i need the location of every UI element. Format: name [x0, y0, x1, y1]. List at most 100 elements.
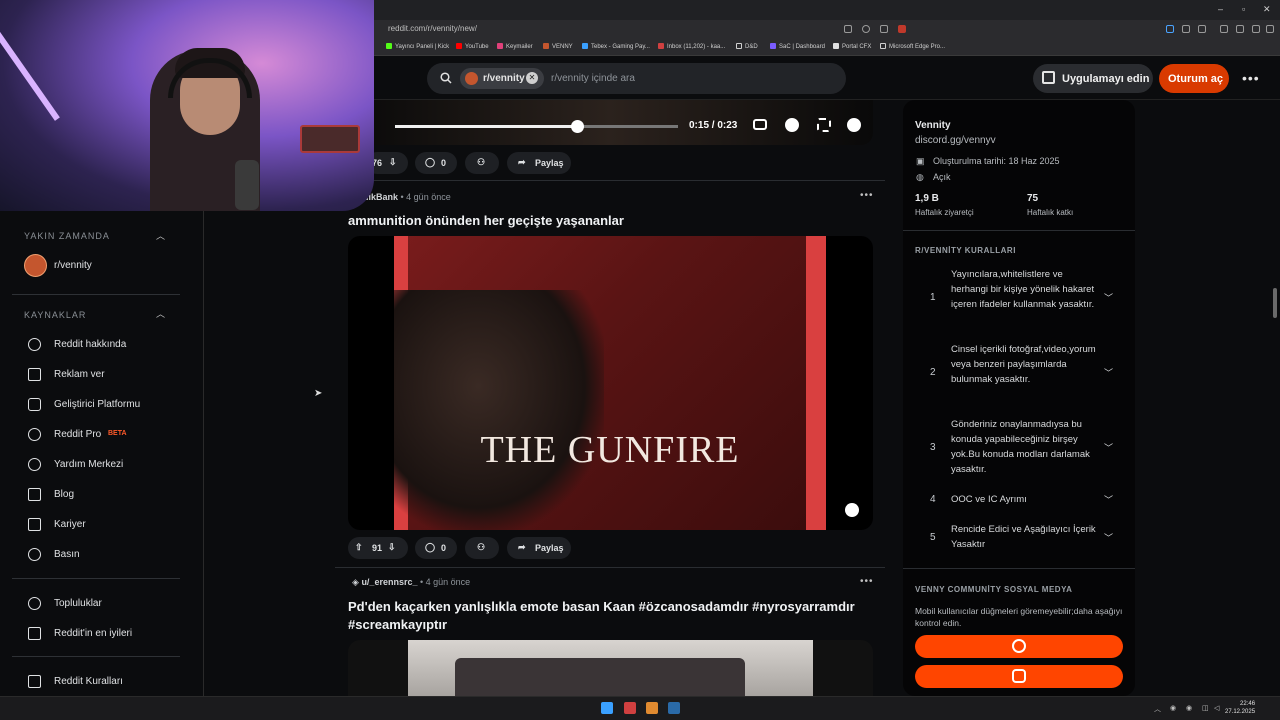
- sidebar-item-best-of[interactable]: Reddit'in en iyileri: [54, 628, 132, 639]
- volume-icon[interactable]: ◁: [1214, 704, 1219, 712]
- sidebar-item-careers[interactable]: Kariyer: [54, 519, 86, 530]
- chevron-up-icon[interactable]: ︿: [156, 229, 165, 242]
- fullscreen-icon[interactable]: [817, 118, 831, 132]
- windows-start-icon[interactable]: [601, 702, 613, 714]
- community-name: Vennity: [915, 120, 951, 131]
- rule-text[interactable]: OOC ve IC Ayrımı: [951, 492, 1101, 507]
- login-label: Oturum aç: [1168, 73, 1224, 85]
- vote-count: 91: [372, 543, 383, 553]
- post-options-icon[interactable]: •••: [860, 190, 874, 201]
- sidebar-item-help[interactable]: Yardım Merkezi: [54, 459, 123, 470]
- url-text[interactable]: reddit.com/r/vennity/new/: [388, 24, 477, 33]
- chevron-down-icon[interactable]: ﹀: [1104, 493, 1113, 506]
- sidebar-item-developer[interactable]: Geliştirici Platformu: [54, 399, 140, 410]
- sidebar-item-pro[interactable]: Reddit Pro: [54, 429, 101, 440]
- music-icon[interactable]: [1220, 25, 1228, 33]
- clear-chip-icon[interactable]: ✕: [526, 72, 538, 84]
- comments-button[interactable]: [415, 537, 457, 559]
- bookmark[interactable]: Portal CFX: [833, 43, 871, 50]
- sidebar-item-advertise[interactable]: Reklam ver: [54, 369, 105, 380]
- sidebar-item-communities[interactable]: Topluluklar: [54, 598, 102, 609]
- divider: [12, 578, 180, 579]
- bookmark[interactable]: Microsoft Edge Pro...: [880, 43, 945, 50]
- upvote-icon[interactable]: ⇧: [355, 542, 363, 553]
- minimize-icon[interactable]: –: [1218, 4, 1223, 14]
- app-icon[interactable]: [646, 702, 658, 714]
- bookmark[interactable]: Keymailer: [497, 43, 533, 50]
- settings-icon[interactable]: [785, 118, 799, 132]
- more-options-icon[interactable]: •••: [1242, 70, 1260, 86]
- discord-icon: [1012, 669, 1026, 683]
- taskbar-clock[interactable]: 22:46 27.12.2025: [1225, 700, 1255, 716]
- star-icon[interactable]: [880, 25, 888, 33]
- bookmark[interactable]: SaC | Dashboard: [770, 43, 825, 50]
- maximize-icon[interactable]: ▫: [1242, 4, 1245, 14]
- sidebar-item-blog[interactable]: Blog: [54, 489, 74, 500]
- extension-icon[interactable]: [1182, 25, 1190, 33]
- steam-icon[interactable]: [668, 702, 680, 714]
- post-title-line2[interactable]: #screamkayıptır: [348, 616, 447, 634]
- bookmark[interactable]: YouTube: [456, 43, 489, 50]
- bookmark[interactable]: Tebex - Gaming Pay...: [582, 43, 650, 50]
- post-options-icon[interactable]: •••: [860, 576, 874, 587]
- post-title[interactable]: ammunition önünden her geçişte yaşananla…: [348, 212, 624, 230]
- extension-icon[interactable]: [1198, 25, 1206, 33]
- subreddit-chip-label: r/vennity: [483, 73, 525, 84]
- search-placeholder[interactable]: r/vennity içinde ara: [551, 73, 635, 84]
- chevron-down-icon[interactable]: ﹀: [1104, 366, 1113, 379]
- rule-text[interactable]: Gönderiniz onaylanmadıysa bu konuda yapa…: [951, 417, 1101, 477]
- tray-icon[interactable]: ◉: [1186, 704, 1192, 712]
- windows-taskbar: [0, 696, 1280, 720]
- bookmark[interactable]: Yayıncı Paneli | Kick: [386, 43, 449, 50]
- sidebar-item-vennity[interactable]: r/vennity: [54, 260, 92, 271]
- shield-icon[interactable]: [1252, 25, 1260, 33]
- globe-icon: [1012, 639, 1026, 653]
- downvote-icon[interactable]: ⇩: [388, 542, 396, 553]
- sidebar-item-rules[interactable]: Reddit Kuralları: [54, 676, 123, 687]
- tray-chevron-icon[interactable]: ︿: [1154, 704, 1161, 714]
- bookmark[interactable]: VENNY: [543, 43, 573, 50]
- rule-text[interactable]: Rencide Edici ve Aşağılayıcı İçerik Yasa…: [951, 522, 1101, 552]
- comments-button[interactable]: [415, 152, 457, 174]
- rule-number: 5: [930, 532, 936, 543]
- extension-icon[interactable]: [1166, 25, 1174, 33]
- sidebar-item-about[interactable]: Reddit hakkında: [54, 339, 126, 350]
- wifi-icon[interactable]: ◫: [1202, 704, 1209, 712]
- downvote-icon[interactable]: ⇩: [389, 157, 397, 168]
- vennity-avatar[interactable]: [24, 254, 47, 277]
- chevron-down-icon[interactable]: ﹀: [1104, 531, 1113, 544]
- captions-icon[interactable]: [753, 119, 767, 130]
- author-avatar-icon: ◈: [352, 577, 359, 587]
- brave-shield-icon[interactable]: [898, 25, 906, 33]
- chevron-down-icon[interactable]: ﹀: [1104, 291, 1113, 304]
- sidebar-icon[interactable]: [1236, 25, 1244, 33]
- rule-text[interactable]: Cinsel içerikli fotoğraf,video,yorum vey…: [951, 342, 1101, 387]
- zoom-icon[interactable]: [862, 25, 870, 33]
- recent-section-title: YAKIN ZAMANDA: [24, 231, 110, 241]
- scrollbar[interactable]: [1273, 288, 1277, 318]
- share-icon: ➦: [518, 542, 526, 552]
- rule-text[interactable]: Yayıncılara,whitelistlere ve herhangi bi…: [951, 267, 1101, 312]
- chevron-up-icon[interactable]: ︿: [156, 307, 165, 320]
- comment-count: 0: [441, 543, 447, 553]
- rules-icon: [28, 675, 41, 688]
- post-title[interactable]: Pd'den kaçarken yanlışlıkla emote basan …: [348, 598, 855, 616]
- sidebar-item-press[interactable]: Basın: [54, 549, 80, 560]
- tab-icon[interactable]: [844, 25, 852, 33]
- video-progress-knob[interactable]: [571, 120, 584, 133]
- bookmark[interactable]: Inbox (11,202) - kaa...: [658, 43, 725, 50]
- megaphone-icon: [28, 368, 41, 381]
- close-icon[interactable]: ✕: [1263, 4, 1271, 15]
- volume-icon[interactable]: [847, 118, 861, 132]
- volume-icon[interactable]: [845, 503, 859, 517]
- bookmark[interactable]: D&D: [736, 43, 758, 50]
- clock-time: 22:46: [1240, 701, 1256, 707]
- tray-icon[interactable]: ◉: [1170, 704, 1176, 712]
- menu-icon[interactable]: [1266, 25, 1274, 33]
- post-author[interactable]: u/_erennsrc_: [361, 577, 417, 587]
- divider: [335, 180, 885, 181]
- chevron-down-icon[interactable]: ﹀: [1104, 441, 1113, 454]
- community-link[interactable]: discord.gg/vennyv: [915, 135, 996, 146]
- brave-icon[interactable]: [624, 702, 636, 714]
- created-date: Oluşturulma tarihi: 18 Haz 2025: [933, 156, 1060, 166]
